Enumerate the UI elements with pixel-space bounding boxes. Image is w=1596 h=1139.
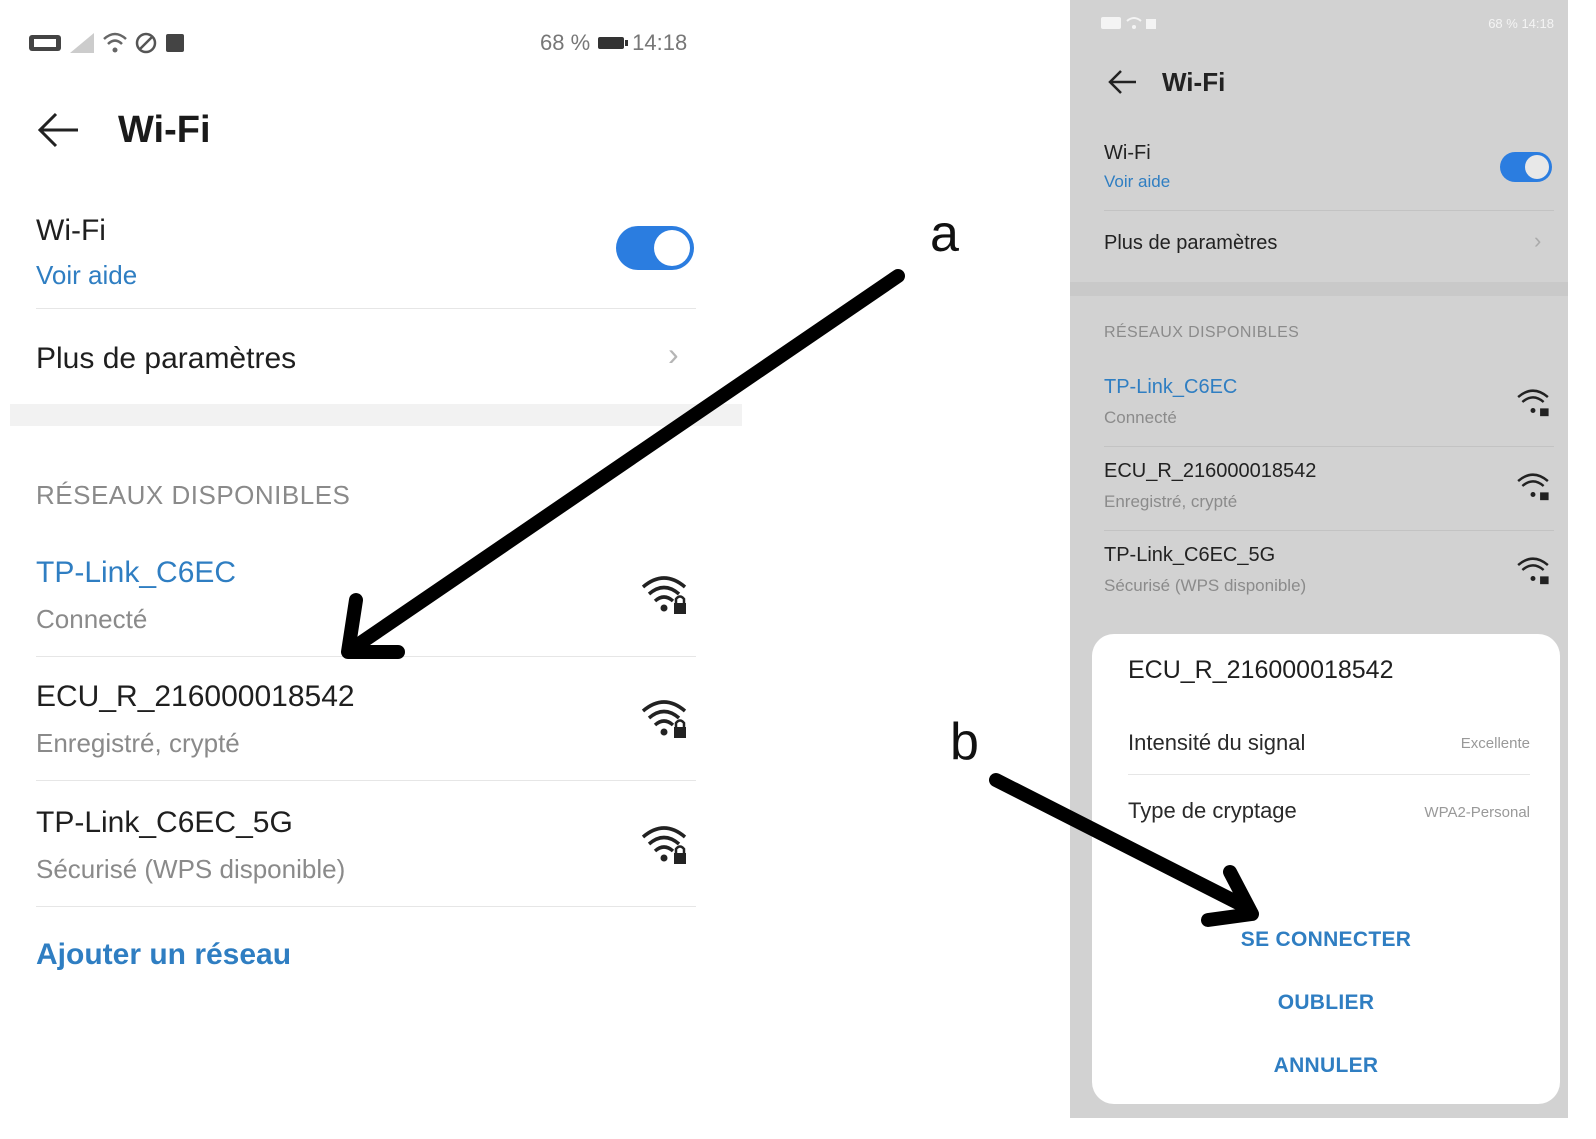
wifi-toggle-switch[interactable] <box>616 226 694 270</box>
status-bar-right: 68 % 14:18 <box>1488 16 1554 31</box>
cancel-button[interactable]: ANNULER <box>1092 1054 1560 1078</box>
signal-icon <box>70 33 94 53</box>
back-arrow-icon[interactable] <box>1106 66 1138 98</box>
encryption-type-label: Type de cryptage <box>1128 798 1297 823</box>
section-gap <box>10 404 742 426</box>
network-status: Sécurisé (WPS disponible) <box>36 854 346 884</box>
network-name: TP-Link_C6EC <box>36 556 237 589</box>
header: Wi-Fi <box>1106 66 1225 98</box>
divider <box>1104 210 1554 211</box>
network-item-tp-link-c6ec-5g[interactable]: TP-Link_C6EC_5G Sécurisé (WPS disponible… <box>36 802 696 894</box>
chevron-right-icon: › <box>1534 228 1542 253</box>
header: Wi-Fi <box>34 100 211 160</box>
chevron-right-icon: › <box>668 336 679 372</box>
wifi-label: Wi-Fi <box>1104 142 1151 164</box>
network-item-ecu[interactable]: ECU_R_216000018542 Enregistré, crypté <box>1104 460 1554 520</box>
gallery-icon <box>166 34 184 52</box>
available-networks-header: RÉSEAUX DISPONIBLES <box>1104 324 1300 341</box>
signal-strength-value: Excellente <box>1460 735 1530 752</box>
more-settings-label: Plus de paramètres <box>36 342 297 375</box>
network-status: Enregistré, crypté <box>1104 492 1238 511</box>
network-status: Connecté <box>36 604 148 634</box>
network-item-ecu[interactable]: ECU_R_216000018542 Enregistré, crypté <box>36 676 696 768</box>
divider <box>36 308 696 309</box>
network-item-tp-link-c6ec-5g[interactable]: TP-Link_C6EC_5G Sécurisé (WPS disponible… <box>1104 544 1554 604</box>
divider <box>1128 774 1530 775</box>
sim-icon <box>1101 17 1121 29</box>
wifi-lock-icon <box>1517 557 1549 585</box>
section-gap <box>1070 282 1568 296</box>
battery-percent: 68 % <box>1488 16 1518 31</box>
more-settings-label: Plus de paramètres <box>1104 232 1278 254</box>
wifi-status-icon <box>103 32 127 53</box>
wifi-lock-icon <box>641 700 687 738</box>
network-status: Connecté <box>1104 408 1177 427</box>
battery-percent: 68 % <box>540 30 591 55</box>
network-name: ECU_R_216000018542 <box>36 680 355 713</box>
network-status: Enregistré, crypté <box>36 728 240 758</box>
more-settings-row[interactable]: Plus de paramètres › <box>1104 228 1554 264</box>
back-arrow-icon[interactable] <box>34 106 82 154</box>
connect-button[interactable]: SE CONNECTER <box>1092 928 1560 952</box>
help-link[interactable]: Voir aide <box>36 260 137 291</box>
signal-strength-label: Intensité du signal <box>1128 730 1306 755</box>
more-settings-row[interactable]: Plus de paramètres › <box>36 336 696 396</box>
wifi-lock-icon <box>641 576 687 614</box>
gallery-icon <box>1146 19 1157 29</box>
divider <box>36 656 696 657</box>
network-name: TP-Link_C6EC <box>1104 376 1238 398</box>
wifi-lock-icon <box>641 826 687 864</box>
sim-icon <box>29 35 61 51</box>
page-title: Wi-Fi <box>1162 66 1226 97</box>
right-phone-screen: 68 % 14:18 Wi-Fi Wi-Fi Voir aide Plus de… <box>1070 0 1568 1118</box>
annotation-label-a: a <box>930 205 959 263</box>
wifi-status-icon <box>1125 17 1142 29</box>
network-name: TP-Link_C6EC_5G <box>36 806 293 839</box>
blocked-icon <box>135 32 157 54</box>
wifi-toggle-row[interactable]: Wi-Fi Voir aide <box>36 210 696 300</box>
wifi-label: Wi-Fi <box>36 214 106 247</box>
wifi-lock-icon <box>1517 473 1549 501</box>
network-name: TP-Link_C6EC_5G <box>1104 544 1276 566</box>
status-bar-icons <box>28 28 186 58</box>
dialog-title: ECU_R_216000018542 <box>1128 656 1394 684</box>
network-item-tp-link-c6ec[interactable]: TP-Link_C6EC Connecté <box>36 552 696 644</box>
add-network-link[interactable]: Ajouter un réseau <box>36 938 291 972</box>
divider <box>36 906 696 907</box>
encryption-type-value: WPA2-Personal <box>1424 804 1530 821</box>
left-phone-screen: 68 % 14:18 Wi-Fi Wi-Fi Voir aide Plus de… <box>0 0 760 1139</box>
divider <box>1104 530 1554 531</box>
help-link[interactable]: Voir aide <box>1104 172 1170 192</box>
network-details-dialog: ECU_R_216000018542 Intensité du signal E… <box>1092 634 1560 1104</box>
divider <box>1104 446 1554 447</box>
clock: 14:18 <box>632 30 688 55</box>
network-status: Sécurisé (WPS disponible) <box>1104 576 1307 595</box>
wifi-lock-icon <box>1517 389 1549 417</box>
divider <box>36 780 696 781</box>
network-name: ECU_R_216000018542 <box>1104 460 1317 482</box>
wifi-toggle-switch[interactable] <box>1500 152 1552 182</box>
forget-button[interactable]: OUBLIER <box>1092 991 1560 1015</box>
available-networks-header: RÉSEAUX DISPONIBLES <box>36 480 351 510</box>
clock: 14:18 <box>1521 16 1554 31</box>
annotation-label-b: b <box>950 713 979 771</box>
network-item-tp-link-c6ec[interactable]: TP-Link_C6EC Connecté <box>1104 376 1554 436</box>
battery-icon <box>598 37 629 49</box>
wifi-toggle-row[interactable]: Wi-Fi Voir aide <box>1104 142 1554 202</box>
status-bar-icons <box>1100 16 1157 33</box>
page-title: Wi-Fi <box>118 108 211 151</box>
status-bar-right: 68 % 14:18 <box>540 30 687 56</box>
